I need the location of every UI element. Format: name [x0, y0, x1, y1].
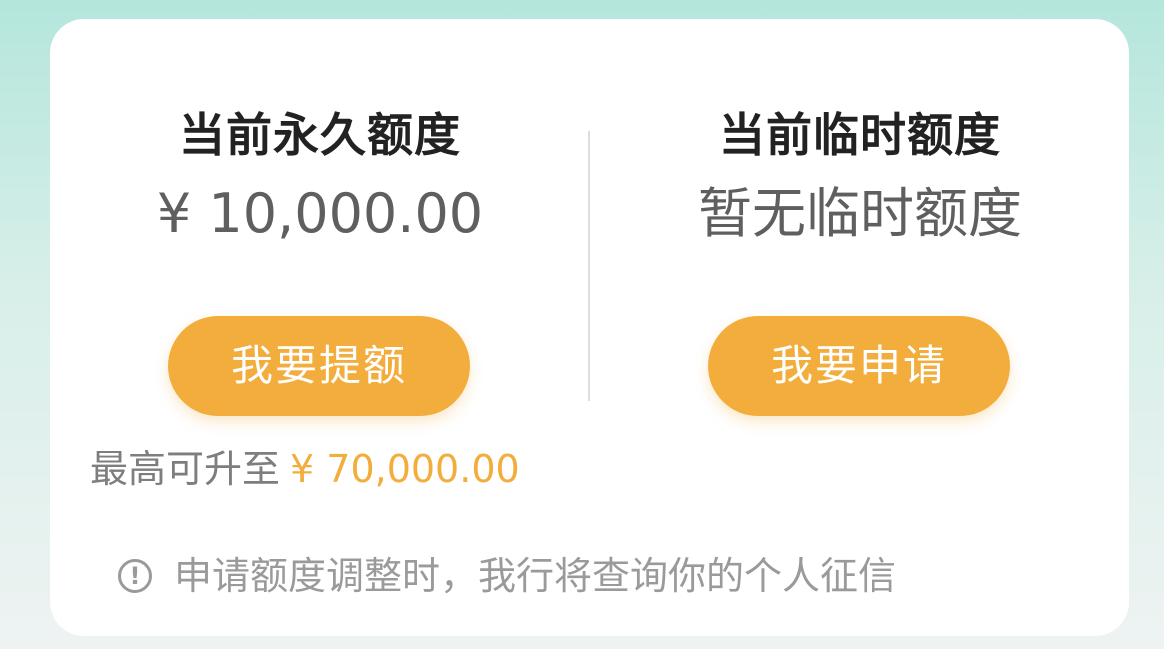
notice-text: 申请额度调整时，我行将查询你的个人征信	[174, 554, 897, 598]
max-quota-label: 最高可升至	[90, 447, 281, 491]
permanent-quota-value: ¥ 10,000.00	[156, 182, 484, 245]
temporary-quota-value: 暂无临时额度	[698, 182, 1022, 245]
max-quota-value: ¥ 70,000.00	[290, 447, 520, 491]
info-circle-icon: !	[118, 559, 152, 593]
column-divider	[588, 131, 590, 401]
apply-temporary-quota-button[interactable]: 我要申请	[708, 316, 1010, 416]
quota-card: 当前永久额度 ¥ 10,000.00 我要提额 当前临时额度 暂无临时额度 我要…	[50, 19, 1129, 636]
raise-quota-button[interactable]: 我要提额	[168, 316, 470, 416]
temporary-quota-title: 当前临时额度	[719, 108, 1001, 162]
max-quota-line: 最高可升至 ¥ 70,000.00	[90, 444, 520, 494]
credit-check-notice: ! 申请额度调整时，我行将查询你的个人征信	[118, 551, 896, 601]
permanent-quota-title: 当前永久额度	[179, 108, 461, 162]
